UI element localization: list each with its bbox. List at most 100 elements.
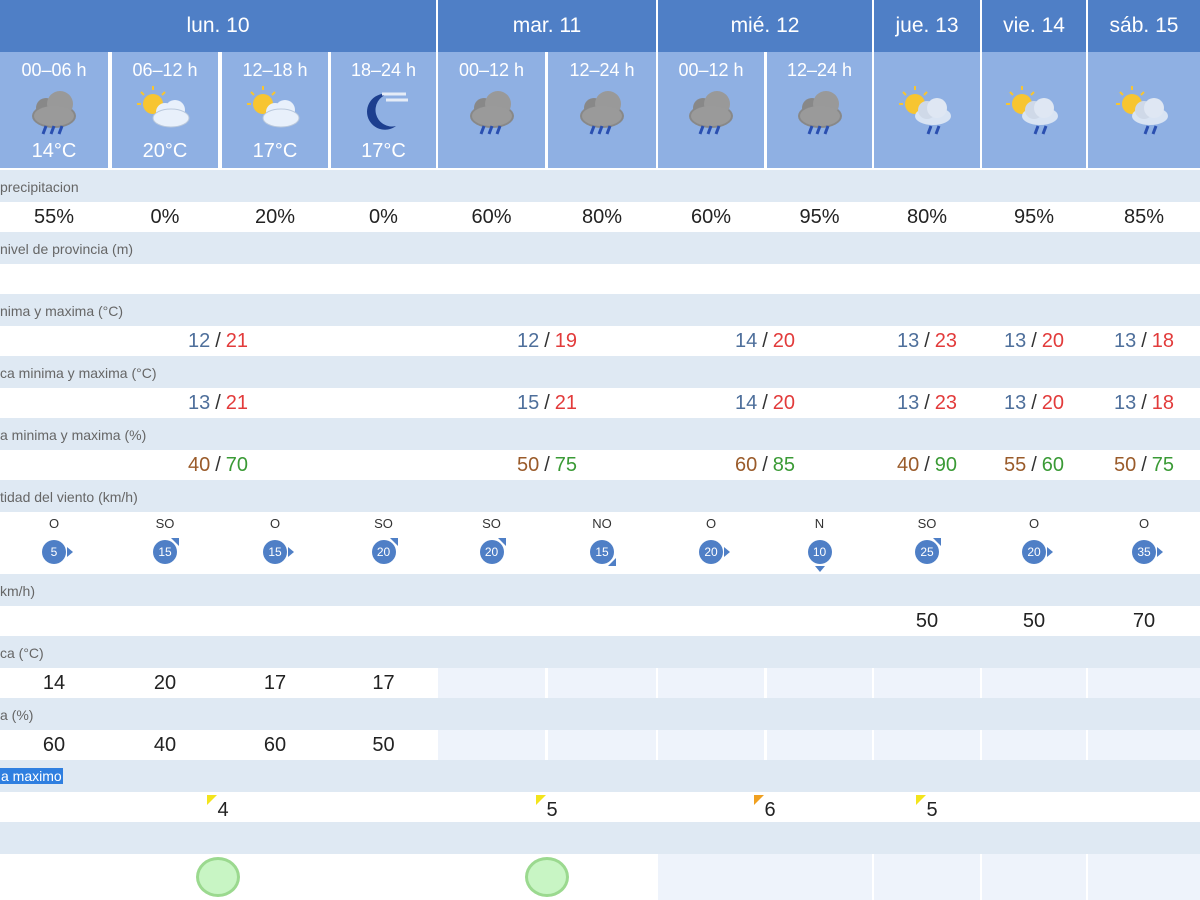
- wind-arrow-icon: [288, 547, 294, 557]
- precipitation-value: 85%: [1088, 202, 1200, 232]
- day-label: sáb. 15: [1109, 14, 1179, 37]
- feels-like-range-min: 13: [187, 391, 211, 414]
- sensation-value: [548, 668, 656, 698]
- relative-humidity-value: [874, 730, 980, 760]
- day-header: mar. 11: [438, 0, 656, 52]
- wind-direction: SO: [482, 516, 501, 531]
- row-label-precipitation: precipitacion: [0, 170, 1200, 202]
- wind-value: O 20: [982, 512, 1086, 574]
- humidity-range-max: 75: [1151, 453, 1175, 476]
- humidity-range-min: 40: [896, 453, 920, 476]
- wind-speed-badge: 15: [263, 540, 287, 564]
- wind-value: SO 20: [331, 512, 436, 574]
- snow-level-value: [982, 264, 1086, 294]
- separator: /: [215, 453, 221, 476]
- row-label-sensation: ca (°C): [0, 636, 1200, 668]
- separator: /: [762, 453, 768, 476]
- row-label-snow: nivel de provincia (m): [0, 232, 1200, 264]
- humidity-range-min: 50: [516, 453, 540, 476]
- temperature-range: 12/19: [438, 326, 656, 356]
- humidity-range-min: 40: [187, 453, 211, 476]
- temperature-range-min: 13: [1003, 329, 1027, 352]
- sensation-value: [438, 668, 545, 698]
- precipitation-value: 95%: [767, 202, 872, 232]
- slot-label: 12–24 h: [569, 60, 635, 80]
- day-header: lun. 10: [0, 0, 436, 52]
- wind-arrow-icon: [933, 538, 941, 546]
- row-label-gust: km/h): [0, 574, 1200, 606]
- snow-level-value: [658, 264, 764, 294]
- feels-like-range-max: 21: [225, 391, 249, 414]
- relative-humidity-value: [658, 730, 764, 760]
- gust-value: 70: [1088, 606, 1200, 636]
- wind-value: O 35: [1088, 512, 1200, 574]
- time-slot: [1088, 52, 1200, 168]
- time-slot: 06–12 h 20°C: [112, 52, 218, 168]
- row-label-feels-like: ca minima y maxima (°C): [0, 356, 1200, 388]
- uv-value: 6: [658, 792, 872, 822]
- day-label: lun. 10: [186, 14, 250, 37]
- sensation-value: [982, 668, 1086, 698]
- relative-humidity-value: [548, 730, 656, 760]
- time-slot: 12–24 h: [548, 52, 656, 168]
- gust-value: [222, 606, 328, 636]
- day-label: vie. 14: [1003, 14, 1065, 37]
- cloud-rain-icon: [784, 82, 856, 142]
- humidity-range: 40/70: [0, 450, 436, 480]
- wind-direction: O: [705, 516, 717, 531]
- temperature-range: 13/20: [982, 326, 1086, 356]
- temperature-range-max: 21: [225, 329, 249, 352]
- relative-humidity-value: 50: [331, 730, 436, 760]
- wind-direction: SO: [917, 516, 937, 531]
- temperature-range-max: 20: [772, 329, 796, 352]
- wind-direction: SO: [374, 516, 393, 531]
- uv-flag-icon: [207, 795, 218, 805]
- extra-cell: [982, 854, 1086, 900]
- uv-flag-icon: [536, 795, 547, 805]
- sensation-value: 20: [112, 668, 218, 698]
- uv-index: 4: [217, 798, 229, 821]
- humidity-range-max: 75: [554, 453, 578, 476]
- wind-value: NO 15: [548, 512, 656, 574]
- temperature-range-max: 23: [934, 329, 958, 352]
- day-header: mié. 12: [658, 0, 872, 52]
- feels-like-range-max: 23: [934, 391, 958, 414]
- relative-humidity-value: [1088, 730, 1200, 760]
- feels-like-range-max: 20: [1041, 391, 1065, 414]
- row-label-humidity: a minima y maxima (%): [0, 418, 1200, 450]
- precipitation-value: 60%: [658, 202, 764, 232]
- uv-index: 5: [926, 798, 938, 821]
- feels-like-range-max: 18: [1151, 391, 1175, 414]
- feels-like-range-max: 21: [554, 391, 578, 414]
- slot-label: 00–06 h: [21, 60, 87, 80]
- separator: /: [215, 391, 221, 414]
- cloud-rain-icon: [566, 82, 638, 142]
- wind-arrow-icon: [497, 538, 506, 546]
- temperature-range-min: 13: [1113, 329, 1137, 352]
- relative-humidity-value: [982, 730, 1086, 760]
- wind-speed-badge: 5: [42, 540, 66, 564]
- wind-arrow-icon: [608, 558, 616, 566]
- slot-temperature: 14°C: [31, 140, 77, 162]
- day-label: mar. 11: [512, 14, 582, 37]
- sun-cloud-rain-icon: [998, 82, 1070, 142]
- extra-cell: [438, 854, 656, 900]
- uv-value: [1088, 792, 1200, 822]
- separator: /: [1141, 329, 1147, 352]
- gust-value: 50: [982, 606, 1086, 636]
- precipitation-value: 55%: [0, 202, 108, 232]
- feels-like-range-min: 13: [896, 391, 920, 414]
- extra-cell: [1088, 854, 1200, 900]
- time-slot: 00–12 h: [438, 52, 545, 168]
- wind-speed-badge: 20: [1022, 540, 1046, 564]
- snow-level-value: [874, 264, 980, 294]
- extra-cell: [658, 854, 872, 900]
- gust-value: [331, 606, 436, 636]
- precipitation-value: 80%: [874, 202, 980, 232]
- humidity-range: 50/75: [1088, 450, 1200, 480]
- humidity-range: 40/90: [874, 450, 980, 480]
- humidity-range-min: 50: [1113, 453, 1137, 476]
- precipitation-value: 95%: [982, 202, 1086, 232]
- separator: /: [924, 329, 930, 352]
- feels-like-range-min: 15: [516, 391, 540, 414]
